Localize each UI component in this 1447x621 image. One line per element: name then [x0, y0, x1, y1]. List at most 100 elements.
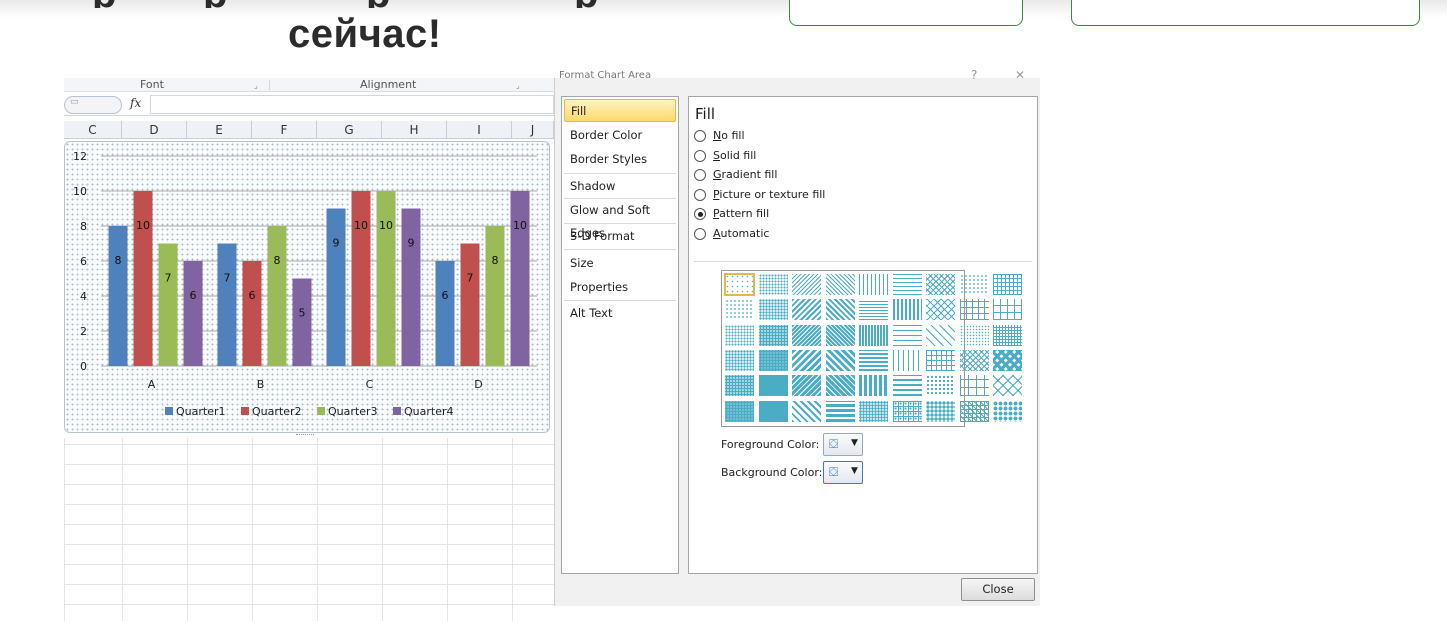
column-header-j[interactable]: J: [512, 121, 554, 139]
pattern-swatch[interactable]: [725, 299, 754, 321]
pattern-swatch[interactable]: [792, 274, 821, 295]
pattern-swatch[interactable]: [725, 375, 754, 397]
radio-button[interactable]: [694, 169, 706, 181]
column-header-e[interactable]: E: [187, 121, 252, 139]
pattern-swatch[interactable]: [859, 375, 888, 397]
data-label: 6: [442, 289, 449, 302]
headline-fragment: р: [203, 0, 227, 8]
pattern-swatch[interactable]: [725, 324, 754, 346]
nav-item-properties[interactable]: Properties: [564, 276, 676, 299]
radio-button[interactable]: [694, 228, 706, 240]
pattern-swatch[interactable]: [926, 299, 955, 321]
radio-button[interactable]: [694, 189, 706, 201]
nav-item-size[interactable]: Size: [564, 252, 676, 275]
pattern-swatch[interactable]: [926, 324, 955, 346]
data-label: 8: [115, 254, 122, 267]
chart-area[interactable]: 0 2 4 6 8 10 12 8 10 7 6 A 7 6 8 5 B 9 10 10 9 C 6 7 8 10 D Quarter…: [64, 141, 550, 433]
pattern-swatch[interactable]: [892, 400, 922, 422]
pattern-swatch[interactable]: [792, 324, 821, 346]
column-header-c[interactable]: C: [64, 121, 122, 139]
pattern-swatch[interactable]: [993, 400, 1022, 422]
pattern-swatch[interactable]: [758, 349, 788, 371]
pattern-swatch[interactable]: [959, 324, 989, 346]
nav-item-border-color[interactable]: Border Color: [564, 124, 676, 147]
help-icon[interactable]: ?: [971, 68, 977, 82]
pattern-swatch[interactable]: [725, 349, 754, 371]
formula-input[interactable]: [150, 95, 554, 114]
pattern-swatch[interactable]: [792, 349, 821, 371]
pattern-swatch[interactable]: [792, 375, 821, 397]
pattern-swatch[interactable]: [859, 324, 888, 346]
bar: [460, 243, 480, 366]
pattern-swatch[interactable]: [959, 349, 989, 371]
bar: [183, 261, 203, 366]
nav-item-glow[interactable]: Glow and Soft Edges: [564, 199, 676, 240]
pattern-swatch[interactable]: [959, 375, 989, 397]
promo-button-1[interactable]: [789, 0, 1023, 26]
pattern-swatch[interactable]: [724, 273, 755, 296]
pattern-swatch[interactable]: [825, 349, 855, 371]
pattern-swatch[interactable]: [993, 324, 1022, 346]
pattern-swatch[interactable]: [993, 349, 1022, 371]
chart-resize-handle[interactable]: [296, 434, 314, 437]
pattern-swatch[interactable]: [926, 400, 955, 422]
pattern-swatch[interactable]: [859, 299, 888, 321]
bar: [351, 191, 371, 366]
pattern-swatch[interactable]: [892, 324, 922, 346]
pattern-swatch[interactable]: [859, 400, 888, 422]
column-header-f[interactable]: F: [252, 121, 317, 139]
dialog-launcher-icon[interactable]: ⌟: [516, 81, 520, 90]
dialog-launcher-icon[interactable]: ⌟: [254, 81, 258, 90]
background-color-button[interactable]: ⛋ ▼: [823, 461, 863, 484]
nav-item-border-styles[interactable]: Border Styles: [564, 148, 676, 171]
pattern-swatch[interactable]: [959, 274, 989, 295]
nav-item-3d-format[interactable]: 3-D Format: [564, 225, 676, 248]
pattern-swatch[interactable]: [859, 274, 888, 295]
pattern-swatch[interactable]: [926, 349, 955, 371]
pattern-swatch[interactable]: [892, 299, 922, 321]
foreground-color-button[interactable]: ⛋ ▼: [823, 433, 863, 456]
pattern-swatch[interactable]: [892, 349, 922, 371]
pattern-swatch[interactable]: [825, 274, 855, 295]
pattern-swatch[interactable]: [792, 400, 821, 422]
column-header-i[interactable]: I: [447, 121, 512, 139]
pattern-swatch[interactable]: [792, 299, 821, 321]
pattern-swatch[interactable]: [825, 299, 855, 321]
pattern-swatch[interactable]: [993, 274, 1022, 295]
nav-item-alt-text[interactable]: Alt Text: [564, 302, 676, 325]
pattern-swatch[interactable]: [825, 400, 855, 422]
pattern-swatch[interactable]: [725, 400, 754, 422]
ribbon-divider: [269, 80, 270, 90]
name-box[interactable]: ▭: [64, 96, 122, 114]
close-icon[interactable]: ✕: [1015, 68, 1025, 82]
pattern-swatch[interactable]: [892, 375, 922, 397]
insert-function-icon[interactable]: fx: [130, 96, 141, 110]
grid-column-line: [512, 438, 513, 621]
radio-button-selected[interactable]: [694, 208, 706, 220]
pattern-swatch[interactable]: [993, 375, 1022, 397]
pattern-swatch[interactable]: [825, 375, 855, 397]
radio-button[interactable]: [694, 130, 706, 142]
chevron-down-icon: ▼: [851, 466, 858, 476]
pattern-swatch[interactable]: [892, 274, 922, 295]
nav-item-shadow[interactable]: Shadow: [564, 175, 676, 198]
pattern-swatch[interactable]: [758, 324, 788, 346]
pattern-swatch[interactable]: [758, 375, 788, 397]
pattern-swatch[interactable]: [926, 375, 955, 397]
promo-button-2[interactable]: [1071, 0, 1420, 26]
pattern-swatch[interactable]: [758, 400, 788, 422]
pattern-swatch[interactable]: [993, 299, 1022, 321]
column-header-h[interactable]: H: [382, 121, 447, 139]
pattern-swatch[interactable]: [825, 324, 855, 346]
close-button[interactable]: Close: [961, 578, 1035, 601]
pattern-swatch[interactable]: [959, 299, 989, 321]
column-header-d[interactable]: D: [122, 121, 187, 139]
pattern-swatch[interactable]: [926, 274, 955, 295]
radio-button[interactable]: [694, 150, 706, 162]
column-header-g[interactable]: G: [317, 121, 382, 139]
pattern-swatch[interactable]: [959, 400, 989, 422]
pattern-swatch[interactable]: [758, 299, 788, 321]
nav-item-fill[interactable]: Fill: [564, 99, 676, 122]
pattern-swatch[interactable]: [859, 349, 888, 371]
pattern-swatch[interactable]: [758, 274, 788, 295]
